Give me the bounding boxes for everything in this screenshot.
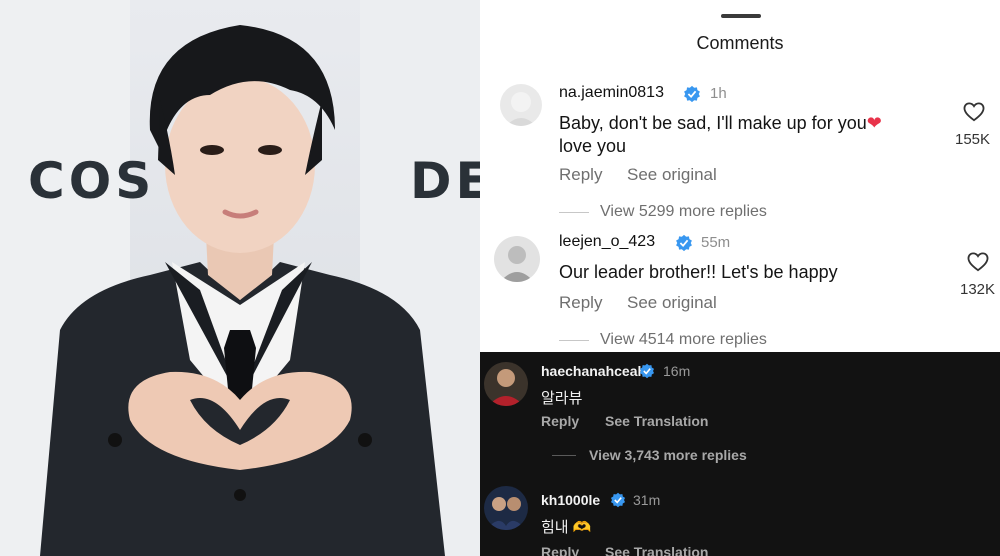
avatar[interactable] xyxy=(484,486,528,530)
comment-username[interactable]: haechanahceah xyxy=(541,363,646,379)
comment-username[interactable]: kh1000le xyxy=(541,492,600,508)
verified-badge-icon xyxy=(676,234,692,252)
comment-username[interactable]: na.jaemin0813 xyxy=(559,84,664,102)
comment-text-line2: love you xyxy=(559,136,627,156)
drag-handle[interactable] xyxy=(721,14,761,18)
comment-text: Baby, don't be sad, I'll make up for you xyxy=(559,113,867,133)
like-count: 155K xyxy=(955,131,991,148)
see-original-button[interactable]: See original xyxy=(627,293,717,313)
verified-badge-icon xyxy=(639,363,655,379)
view-replies-button[interactable]: View 5299 more replies xyxy=(600,203,767,221)
heart-hands-emoji: 🫶 xyxy=(572,519,592,536)
comment-text: 알라뷰 xyxy=(541,390,583,407)
sheet-title: Comments xyxy=(696,33,784,53)
view-replies-button[interactable]: View 4514 more replies xyxy=(600,331,767,349)
comments-dark-panel: haechanahceah 16m 알라뷰 Reply See Translat… xyxy=(480,352,1000,556)
see-original-button[interactable]: See original xyxy=(627,165,717,185)
view-replies-divider xyxy=(559,340,589,341)
view-replies-divider xyxy=(552,455,576,456)
comment-text-line1: Baby, don't be sad, I'll make up for you… xyxy=(559,112,882,135)
verified-badge-icon xyxy=(684,85,700,103)
comments-light-panel: Comments na.jaemin0813 1h Baby, don't be… xyxy=(480,0,1000,352)
reply-button[interactable]: Reply xyxy=(559,293,602,313)
see-translation-button[interactable]: See Translation xyxy=(605,413,708,429)
reply-button[interactable]: Reply xyxy=(559,165,602,185)
heart-outline-icon[interactable] xyxy=(967,252,989,272)
event-photo: COS DE xyxy=(0,0,480,556)
reply-button[interactable]: Reply xyxy=(541,544,579,556)
comment-time: 31m xyxy=(633,492,661,508)
heart-outline-icon[interactable] xyxy=(963,102,985,122)
reply-button[interactable]: Reply xyxy=(541,413,579,429)
heart-emoji: ❤ xyxy=(866,113,882,133)
comment-time: 1h xyxy=(710,85,727,102)
avatar[interactable] xyxy=(494,236,540,282)
avatar[interactable] xyxy=(484,362,528,406)
person-illustration xyxy=(40,25,445,556)
comment-time: 16m xyxy=(663,363,691,379)
avatar[interactable] xyxy=(500,84,542,126)
comment-text-line: 힘내 🫶 xyxy=(541,516,591,537)
comment-username[interactable]: leejen_o_423 xyxy=(559,233,655,251)
comment-text: Our leader brother!! Let's be happy xyxy=(559,262,838,282)
see-translation-button[interactable]: See Translation xyxy=(605,544,708,556)
view-replies-button[interactable]: View 3,743 more replies xyxy=(589,447,747,463)
comment-text: 힘내 xyxy=(541,519,569,536)
like-count: 132K xyxy=(960,281,996,298)
comment-time: 55m xyxy=(701,234,731,251)
view-replies-divider xyxy=(559,212,589,213)
comments-sheet: Comments na.jaemin0813 1h Baby, don't be… xyxy=(480,0,1000,556)
verified-badge-icon xyxy=(610,492,626,508)
